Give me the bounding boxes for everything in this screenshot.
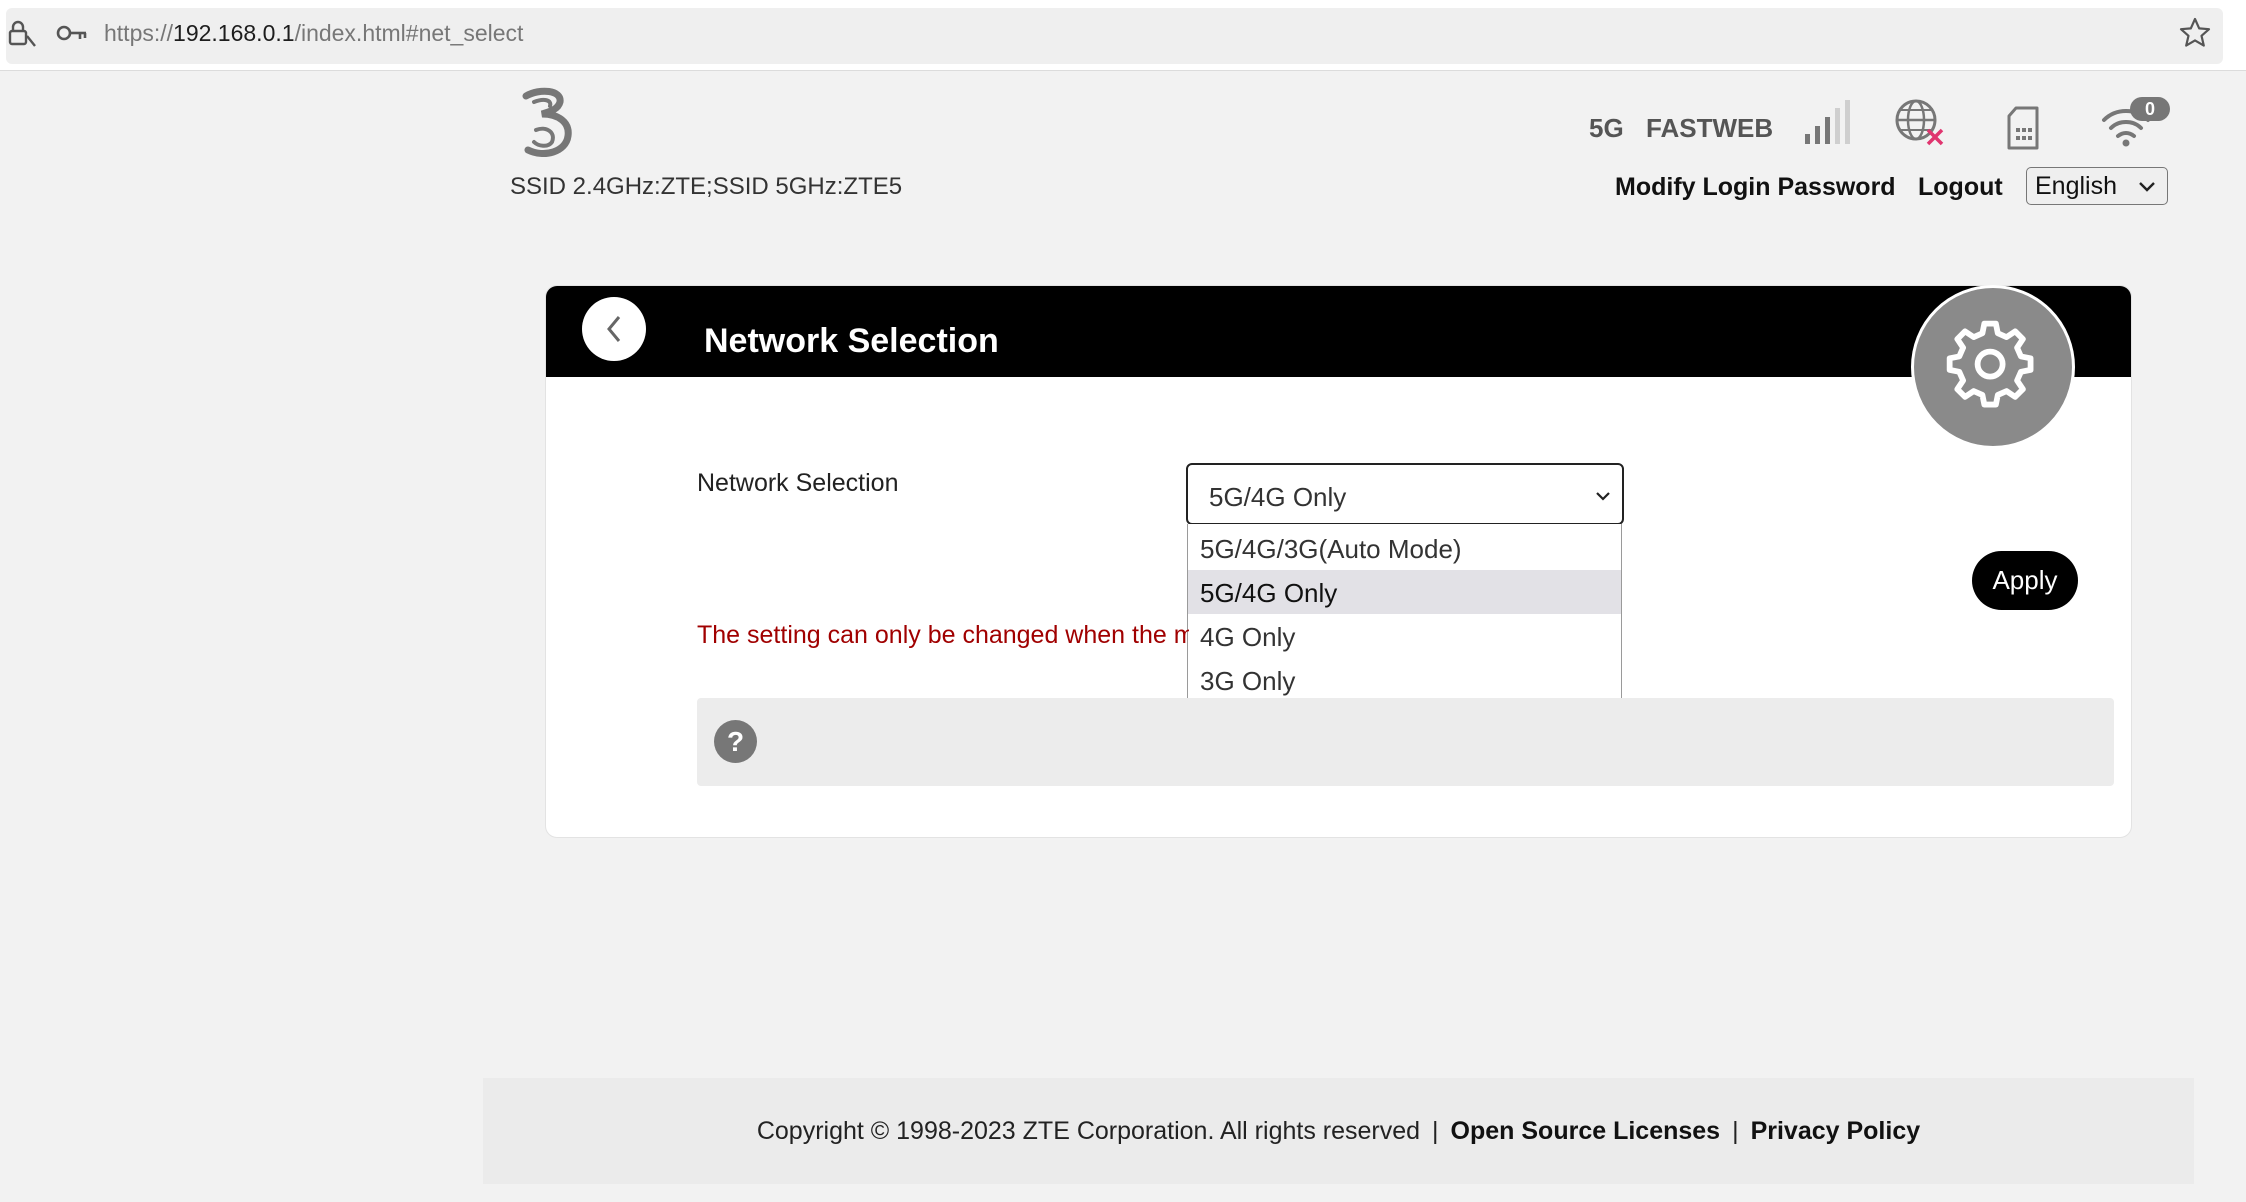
- footer: Copyright © 1998-2023 ZTE Corporation. A…: [483, 1078, 2194, 1184]
- footer-separator: |: [1432, 1117, 1439, 1145]
- warning-message: The setting can only be changed when the…: [697, 621, 1189, 649]
- network-mode-select[interactable]: 5G/4G Only: [1186, 463, 1624, 525]
- option-4g-only[interactable]: 4G Only: [1188, 614, 1621, 658]
- signal-icon: [1805, 100, 1850, 144]
- wifi-client-count-badge: 0: [2130, 97, 2170, 121]
- language-value: English: [2035, 172, 2117, 200]
- sim-icon: [2007, 106, 2039, 150]
- network-selection-label: Network Selection: [697, 469, 899, 497]
- help-icon[interactable]: ?: [714, 720, 757, 763]
- globe-disconnected-icon: [1895, 99, 1944, 146]
- footer-separator: |: [1732, 1117, 1739, 1145]
- option-auto-mode[interactable]: 5G/4G/3G(Auto Mode): [1188, 526, 1621, 570]
- chevron-down-icon: [2139, 182, 2155, 192]
- network-mode-value: 5G/4G Only: [1209, 482, 1347, 512]
- back-button[interactable]: [582, 297, 646, 361]
- copyright-text: Copyright © 1998-2023 ZTE Corporation. A…: [756, 1117, 1421, 1145]
- chevron-down-icon: [1596, 492, 1610, 501]
- ssid-info: SSID 2.4GHz:ZTE;SSID 5GHz:ZTE5: [510, 173, 903, 200]
- operator-name: FASTWEB: [1646, 113, 1774, 143]
- footer-text: Copyright © 1998-2023 ZTE Corporation. A…: [483, 1117, 2194, 1146]
- option-5g-4g-only[interactable]: 5G/4G Only: [1188, 570, 1621, 614]
- star-icon[interactable]: [2179, 17, 2211, 49]
- back-chevron-icon: [607, 316, 621, 342]
- settings-badge: [1911, 285, 2075, 449]
- url-prefix: https://: [104, 20, 174, 46]
- url-host: 192.168.0.1: [173, 20, 295, 46]
- network-type: 5G: [1589, 113, 1624, 143]
- three-logo-icon: [522, 87, 572, 157]
- help-panel: ?: [697, 698, 2114, 786]
- apply-button[interactable]: Apply: [1972, 551, 2078, 610]
- address-url[interactable]: https://192.168.0.1/index.html#net_selec…: [104, 20, 523, 47]
- page-title: Network Selection: [704, 322, 999, 360]
- option-3g-only[interactable]: 3G Only: [1188, 658, 1621, 702]
- network-mode-dropdown: 5G/4G/3G(Auto Mode) 5G/4G Only 4G Only 3…: [1187, 524, 1622, 715]
- key-icon[interactable]: [56, 18, 88, 48]
- open-source-licenses-link[interactable]: Open Source Licenses: [1451, 1117, 1721, 1145]
- gear-icon: [1946, 320, 2034, 408]
- browser-address-bar: https://192.168.0.1/index.html#net_selec…: [0, 0, 2246, 71]
- lock-icon[interactable]: [6, 18, 36, 48]
- url-path: /index.html#net_select: [294, 20, 524, 46]
- language-select[interactable]: English: [2026, 167, 2168, 205]
- modify-login-password-link[interactable]: Modify Login Password: [1615, 173, 1896, 202]
- logout-link[interactable]: Logout: [1918, 173, 2003, 202]
- privacy-policy-link[interactable]: Privacy Policy: [1751, 1117, 1921, 1145]
- card-header: Network Selection: [546, 286, 2131, 377]
